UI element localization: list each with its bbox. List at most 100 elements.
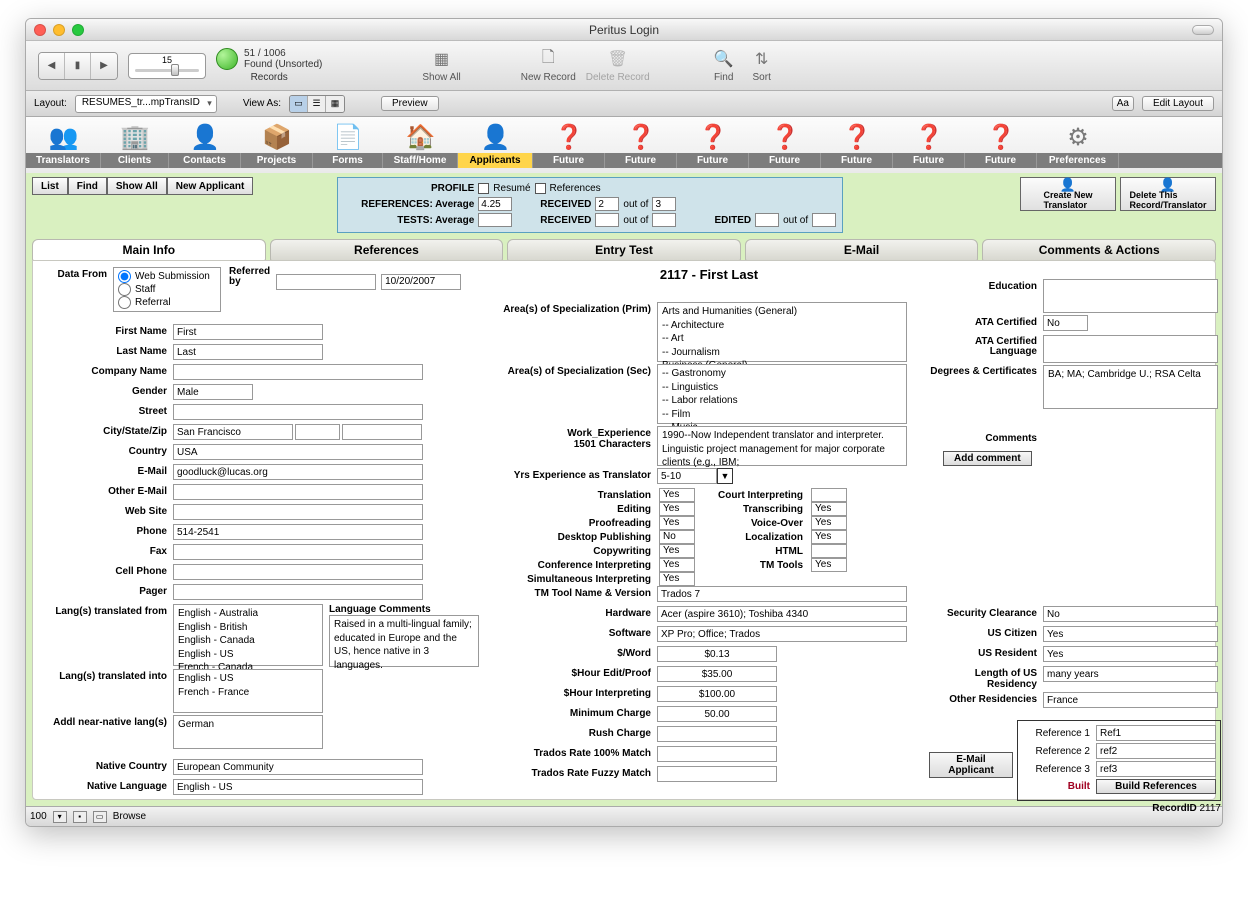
zoom-down-icon[interactable]: ▾ xyxy=(53,811,67,823)
email-applicant-button[interactable]: E-Mail Applicant xyxy=(929,752,1013,778)
zoom-level[interactable]: 100 xyxy=(30,811,47,822)
view-list-icon[interactable]: ☰ xyxy=(308,96,326,112)
spec-sec-list[interactable]: -- Gastronomy -- Linguistics -- Labor re… xyxy=(657,364,907,424)
langs-from-list[interactable]: English - Australia English - British En… xyxy=(173,604,323,666)
referred-date-field[interactable] xyxy=(381,274,461,290)
ata-cert-field[interactable] xyxy=(1043,315,1088,331)
trados100-field[interactable] xyxy=(657,746,777,762)
us-citizen-field[interactable] xyxy=(1043,626,1218,642)
html-field[interactable] xyxy=(811,544,847,558)
contacts-icon[interactable]: 👤 xyxy=(190,121,220,153)
next-record-button[interactable]: ▶ xyxy=(91,53,117,79)
module-clients[interactable]: Clients xyxy=(101,153,169,168)
edit-layout-button[interactable]: Edit Layout xyxy=(1142,96,1214,111)
module-projects[interactable]: Projects xyxy=(241,153,313,168)
module-future2[interactable]: Future xyxy=(605,153,677,168)
cell-field[interactable] xyxy=(173,564,423,580)
localization-field[interactable]: Yes xyxy=(811,530,847,544)
future2-icon[interactable]: ❓ xyxy=(626,121,656,153)
degrees-box[interactable]: BA; MA; Cambridge U.; RSA Celta xyxy=(1043,365,1218,409)
module-future5[interactable]: Future xyxy=(821,153,893,168)
delete-record-translator-button[interactable]: 👤Delete This Record/Translator xyxy=(1120,177,1216,211)
rate-int-field[interactable] xyxy=(657,686,777,702)
list-button[interactable]: List xyxy=(32,177,68,195)
edited-total[interactable] xyxy=(812,213,836,227)
radio-web[interactable] xyxy=(118,270,131,283)
preview-button[interactable]: Preview xyxy=(381,96,439,111)
find-button-2[interactable]: Find xyxy=(68,177,107,195)
module-contacts[interactable]: Contacts xyxy=(169,153,241,168)
transcribing-field[interactable]: Yes xyxy=(811,502,847,516)
zip-field[interactable] xyxy=(342,424,422,440)
lang-comments-box[interactable]: Raised in a multi-lingual family; educat… xyxy=(329,615,479,667)
sec-clear-field[interactable] xyxy=(1043,606,1218,622)
tests-avg-value[interactable] xyxy=(478,213,512,227)
new-record-button[interactable]: 🗋New Record xyxy=(521,48,576,83)
tab-email[interactable]: E-Mail xyxy=(745,239,979,261)
view-form-icon[interactable]: ▭ xyxy=(290,96,308,112)
build-references-button[interactable]: Build References xyxy=(1096,779,1216,794)
status-icon-2[interactable]: ▭ xyxy=(93,811,107,823)
court-field[interactable] xyxy=(811,488,847,502)
copy-field[interactable]: Yes xyxy=(659,544,695,558)
module-forms[interactable]: Forms xyxy=(313,153,383,168)
projects-icon[interactable]: 📦 xyxy=(262,121,292,153)
website-field[interactable] xyxy=(173,504,423,520)
ata-lang-box[interactable] xyxy=(1043,335,1218,363)
module-translators[interactable]: Translators xyxy=(26,153,101,168)
first-name-field[interactable] xyxy=(173,324,323,340)
state-field[interactable] xyxy=(295,424,340,440)
record-flip-button[interactable]: ▮ xyxy=(65,53,91,79)
fax-field[interactable] xyxy=(173,544,423,560)
module-future7[interactable]: Future xyxy=(965,153,1037,168)
addl-langs-box[interactable]: German xyxy=(173,715,323,749)
text-style-button[interactable]: Aa xyxy=(1112,96,1134,111)
received1-total[interactable] xyxy=(652,197,676,211)
voiceover-field[interactable]: Yes xyxy=(811,516,847,530)
translation-field[interactable]: Yes xyxy=(659,488,695,502)
conf-field[interactable]: Yes xyxy=(659,558,695,572)
future5-icon[interactable]: ❓ xyxy=(842,121,872,153)
dtp-field[interactable]: No xyxy=(659,530,695,544)
editing-field[interactable]: Yes xyxy=(659,502,695,516)
radio-staff[interactable] xyxy=(118,283,131,296)
pager-field[interactable] xyxy=(173,584,423,600)
future6-icon[interactable]: ❓ xyxy=(914,121,944,153)
preferences-icon[interactable]: ⚙ xyxy=(1067,121,1089,153)
resume-checkbox[interactable] xyxy=(478,183,489,194)
spec-prim-list[interactable]: Arts and Humanities (General) -- Archite… xyxy=(657,302,907,362)
email-field[interactable] xyxy=(173,464,423,480)
sw-field[interactable] xyxy=(657,626,907,642)
langs-into-list[interactable]: English - US French - France xyxy=(173,669,323,713)
tradosfuzzy-field[interactable] xyxy=(657,766,777,782)
tmtools-field[interactable]: Yes xyxy=(811,558,847,572)
references-checkbox[interactable] xyxy=(535,183,546,194)
add-comment-button[interactable]: Add comment xyxy=(943,451,1032,466)
us-resident-field[interactable] xyxy=(1043,646,1218,662)
radio-referral[interactable] xyxy=(118,296,131,309)
company-field[interactable] xyxy=(173,364,423,380)
referred-by-field[interactable] xyxy=(276,274,376,290)
new-applicant-button[interactable]: New Applicant xyxy=(167,177,254,195)
city-field[interactable] xyxy=(173,424,293,440)
status-icon-1[interactable]: ▪ xyxy=(73,811,87,823)
tab-main-info[interactable]: Main Info xyxy=(32,239,266,261)
education-box[interactable] xyxy=(1043,279,1218,313)
module-future6[interactable]: Future xyxy=(893,153,965,168)
future7-icon[interactable]: ❓ xyxy=(986,121,1016,153)
tab-comments-actions[interactable]: Comments & Actions xyxy=(982,239,1216,261)
street-field[interactable] xyxy=(173,404,423,420)
tab-entry-test[interactable]: Entry Test xyxy=(507,239,741,261)
rush-charge-field[interactable] xyxy=(657,726,777,742)
forms-icon[interactable]: 📄 xyxy=(333,121,363,153)
hw-field[interactable] xyxy=(657,606,907,622)
country-field[interactable] xyxy=(173,444,423,460)
translators-icon[interactable]: 👥 xyxy=(49,121,79,153)
other-email-field[interactable] xyxy=(173,484,423,500)
other-res-field[interactable] xyxy=(1043,692,1218,708)
gender-field[interactable] xyxy=(173,384,253,400)
staff-home-icon[interactable]: 🏠 xyxy=(406,121,436,153)
module-future1[interactable]: Future xyxy=(533,153,605,168)
module-future3[interactable]: Future xyxy=(677,153,749,168)
len-res-field[interactable] xyxy=(1043,666,1218,682)
